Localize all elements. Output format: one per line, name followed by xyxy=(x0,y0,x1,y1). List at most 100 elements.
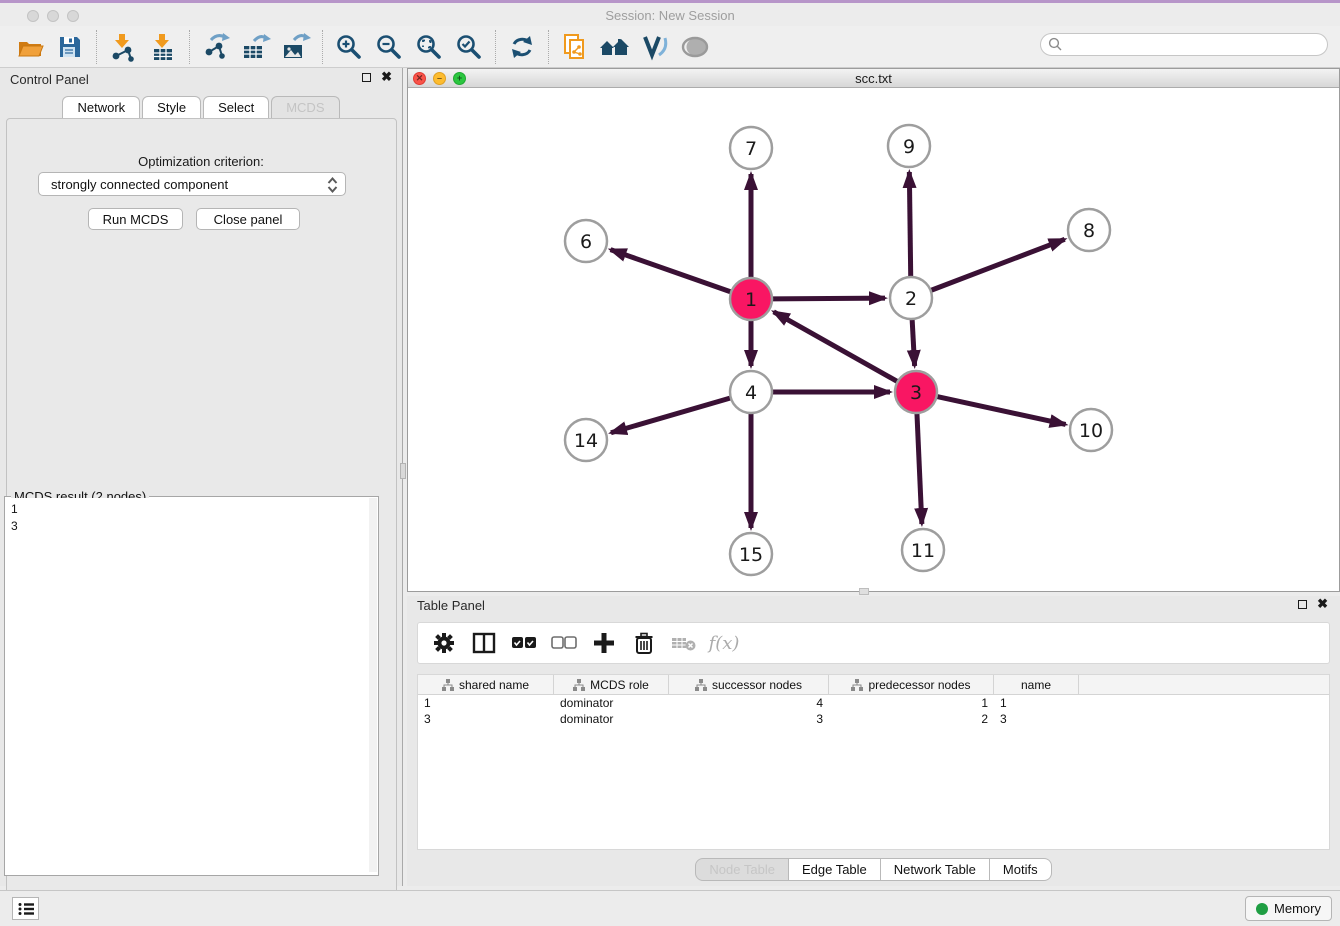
select-all-columns-button[interactable] xyxy=(506,626,542,660)
main-toolbar xyxy=(0,26,1340,68)
graph-edge-3-10[interactable] xyxy=(937,396,1066,424)
cell-successor-nodes[interactable]: 4 xyxy=(669,695,829,711)
tab-edge-table[interactable]: Edge Table xyxy=(789,858,881,881)
clone-network-button[interactable] xyxy=(555,30,595,64)
table-row[interactable]: 3 dominator 3 2 3 xyxy=(418,711,1329,727)
cell-name[interactable]: 3 xyxy=(994,711,1079,727)
search-input[interactable] xyxy=(1063,36,1327,54)
import-table-button[interactable] xyxy=(143,30,183,64)
table-tabs: Node Table Edge Table Network Table Moti… xyxy=(407,858,1340,881)
graph-edge-3-11[interactable] xyxy=(917,413,922,524)
open-file-button[interactable] xyxy=(10,30,50,64)
column-header-name[interactable]: name xyxy=(994,675,1079,694)
graph-node-label-3: 3 xyxy=(910,382,922,404)
cell-successor-nodes[interactable]: 3 xyxy=(669,711,829,727)
network-window-title: scc.txt xyxy=(408,71,1339,86)
graphics-details-icon xyxy=(641,33,669,61)
tab-node-table[interactable]: Node Table xyxy=(695,858,789,881)
graphics-details-button[interactable] xyxy=(635,30,675,64)
task-history-button[interactable] xyxy=(12,897,39,920)
import-network-button[interactable] xyxy=(103,30,143,64)
float-panel-icon[interactable] xyxy=(362,73,371,82)
tab-network-table[interactable]: Network Table xyxy=(881,858,990,881)
zoom-fit-button[interactable] xyxy=(409,30,449,64)
cell-shared-name[interactable]: 1 xyxy=(418,695,554,711)
tab-motifs[interactable]: Motifs xyxy=(990,858,1052,881)
home-button[interactable] xyxy=(595,30,635,64)
graph-edge-2-9[interactable] xyxy=(909,172,910,277)
cell-predecessor-nodes[interactable]: 1 xyxy=(829,695,994,711)
table-header-row: shared name MCDS role successor nodes pr… xyxy=(418,675,1329,695)
graph-edge-2-3[interactable] xyxy=(912,319,915,366)
close-panel-icon[interactable]: ✖ xyxy=(381,72,392,82)
zoom-out-button[interactable] xyxy=(369,30,409,64)
plus-icon xyxy=(593,632,615,654)
eye-icon xyxy=(680,36,710,58)
table-panel: Table Panel ✖ xyxy=(407,596,1340,886)
vertical-splitter-handle[interactable] xyxy=(400,463,406,479)
result-scrollbar[interactable] xyxy=(369,498,377,872)
column-header-successor-nodes[interactable]: successor nodes xyxy=(669,675,829,694)
refresh-layout-button[interactable] xyxy=(502,30,542,64)
tab-select[interactable]: Select xyxy=(203,96,269,118)
graph-edge-2-8[interactable] xyxy=(931,239,1065,290)
function-builder-button[interactable]: f(x) xyxy=(706,626,742,660)
dropdown-stepper-icon xyxy=(326,176,339,197)
export-image-button[interactable] xyxy=(276,30,316,64)
float-table-panel-icon[interactable] xyxy=(1298,600,1307,609)
open-folder-icon xyxy=(16,34,44,60)
column-type-icon xyxy=(695,679,707,691)
horizontal-splitter-handle[interactable] xyxy=(859,588,869,595)
zoom-in-button[interactable] xyxy=(329,30,369,64)
export-table-button[interactable] xyxy=(236,30,276,64)
column-header-predecessor-nodes[interactable]: predecessor nodes xyxy=(829,675,994,694)
table-settings-button[interactable] xyxy=(426,626,462,660)
column-header-mcds-role[interactable]: MCDS role xyxy=(554,675,669,694)
cell-name[interactable]: 1 xyxy=(994,695,1079,711)
delete-table-button[interactable] xyxy=(666,626,702,660)
column-header-shared-name[interactable]: shared name xyxy=(418,675,554,694)
add-column-button[interactable] xyxy=(586,626,622,660)
cell-mcds-role[interactable]: dominator xyxy=(554,711,669,727)
close-table-panel-icon[interactable]: ✖ xyxy=(1317,599,1328,609)
gear-icon xyxy=(433,632,455,654)
cell-mcds-role[interactable]: dominator xyxy=(554,695,669,711)
graph-edge-1-2[interactable] xyxy=(772,298,885,299)
checked-boxes-icon xyxy=(511,636,537,650)
cell-predecessor-nodes[interactable]: 2 xyxy=(829,711,994,727)
criterion-dropdown[interactable]: strongly connected component xyxy=(38,172,346,196)
memory-button[interactable]: Memory xyxy=(1245,896,1332,921)
network-graph[interactable]: 7968124314101511 xyxy=(408,89,1339,591)
export-image-icon xyxy=(280,32,312,62)
graph-node-label-10: 10 xyxy=(1079,420,1103,442)
tab-style[interactable]: Style xyxy=(142,96,201,118)
memory-label: Memory xyxy=(1274,901,1321,916)
node-table[interactable]: shared name MCDS role successor nodes pr… xyxy=(417,674,1330,850)
show-hide-button[interactable] xyxy=(675,30,715,64)
table-row[interactable]: 1 dominator 4 1 1 xyxy=(418,695,1329,711)
network-canvas[interactable]: 7968124314101511 xyxy=(408,89,1339,591)
graph-edge-4-14[interactable] xyxy=(611,398,731,433)
save-session-button[interactable] xyxy=(50,30,90,64)
zoom-selected-button[interactable] xyxy=(449,30,489,64)
unselect-all-columns-button[interactable] xyxy=(546,626,582,660)
network-window-titlebar[interactable]: ✕ – + scc.txt xyxy=(408,69,1339,88)
table-panel-title: Table Panel xyxy=(417,598,485,613)
delete-table-icon xyxy=(671,634,697,652)
cell-shared-name[interactable]: 3 xyxy=(418,711,554,727)
search-field[interactable] xyxy=(1040,33,1328,56)
unchecked-boxes-icon xyxy=(551,636,577,650)
graph-edge-3-1[interactable] xyxy=(774,312,898,382)
graph-node-label-11: 11 xyxy=(911,540,935,562)
mcds-result-list[interactable]: 1 3 xyxy=(6,498,369,874)
zoom-selected-icon xyxy=(455,33,483,61)
show-columns-button[interactable] xyxy=(466,626,502,660)
save-icon xyxy=(57,34,83,60)
delete-columns-button[interactable] xyxy=(626,626,662,660)
tab-network[interactable]: Network xyxy=(62,96,140,118)
export-network-button[interactable] xyxy=(196,30,236,64)
close-panel-button[interactable]: Close panel xyxy=(196,208,300,230)
graph-edge-1-6[interactable] xyxy=(611,250,732,292)
tab-mcds[interactable]: MCDS xyxy=(271,96,339,118)
run-mcds-button[interactable]: Run MCDS xyxy=(88,208,183,230)
